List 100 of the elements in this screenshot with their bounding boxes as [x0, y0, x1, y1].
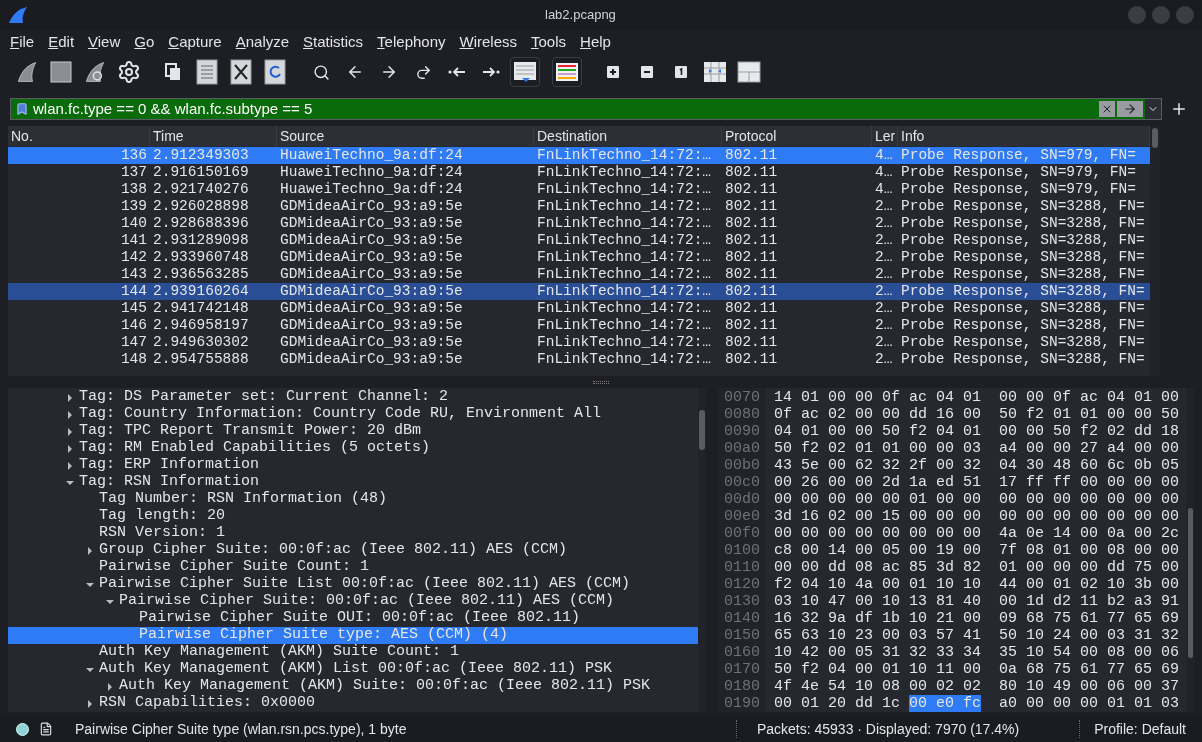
packet-row[interactable]: 142 2.933960748 GDMideaAirCo_93:a9:5e FnLinkTechno_14:72:… 802.11 2… Probe Response, SN=3288, FN= — [8, 249, 1150, 266]
packet-row[interactable]: 138 2.921740276 HuaweiTechno_9a:df:24 FnLinkTechno_14:72:… 802.11 4… Probe Response, SN=979, FN= — [8, 181, 1150, 198]
packet-row[interactable]: 146 2.946958197 GDMideaAirCo_93:a9:5e FnLinkTechno_14:72:… 802.11 2… Probe Response, SN=3288, FN= — [8, 317, 1150, 334]
tree-item-label: Tag: Country Information: Country Code RU, Environment All — [79, 404, 602, 423]
collapsed-arrow-icon[interactable] — [86, 546, 94, 555]
menu-item[interactable]: Telephony — [377, 33, 446, 49]
table-cell-text: 2.921740276 — [152, 181, 250, 198]
packet-row[interactable]: 143 2.936563285 GDMideaAirCo_93:a9:5e FnLinkTechno_14:72:… 802.11 2… Probe Response, SN=3288, FN= — [8, 266, 1150, 283]
hex-bytes: 17 ff ff 00 00 00 00 — [999, 474, 1180, 491]
expanded-arrow-icon[interactable] — [86, 665, 94, 674]
packet-count: Packets: 45933 · Displayed: 7970 (17.4%) — [756, 719, 1020, 739]
tree-item-label: Tag: ERP Information — [79, 455, 260, 474]
hex-offset: 0130 — [724, 593, 760, 610]
scrollbar[interactable] — [698, 388, 706, 712]
tree-row[interactable]: Tag length: 20 — [8, 508, 698, 525]
clear-filter-button[interactable] — [1099, 101, 1115, 117]
splitter-handle[interactable] — [593, 380, 609, 384]
tree-row[interactable]: Tag: Country Information: Country Code RU, Environment All — [8, 406, 698, 423]
note-icon[interactable] — [39, 722, 53, 736]
table-cell-text: 147 — [119, 334, 148, 351]
expanded-arrow-icon[interactable] — [66, 478, 74, 487]
hex-bytes: 50 f2 02 01 01 00 00 03 — [774, 440, 982, 457]
packet-row[interactable]: 147 2.949630302 GDMideaAirCo_93:a9:5e FnLinkTechno_14:72:… 802.11 2… Probe Response, SN=3288, FN= — [8, 334, 1150, 351]
menu-item[interactable]: Statistics — [303, 33, 364, 49]
expanded-arrow-icon[interactable] — [86, 580, 94, 589]
table-cell-text: FnLinkTechno_14:72:… — [536, 232, 713, 249]
hex-offset: 0070 — [724, 389, 760, 406]
tree-row[interactable]: Auth Key Management (AKM) Suite: 00:0f:ac (Ieee 802.11) PSK — [8, 678, 698, 695]
menu-item[interactable]: Go — [134, 33, 155, 49]
column-header[interactable]: Protocol — [722, 126, 872, 146]
arrow-right-icon — [380, 63, 398, 81]
minus-square-icon — [641, 66, 653, 78]
menu-item[interactable]: Wireless — [459, 33, 518, 49]
table-cell-text: 2.931289098 — [152, 232, 250, 249]
menu-item[interactable]: Edit — [48, 33, 75, 49]
table-cell-text: FnLinkTechno_14:72:… — [536, 181, 713, 198]
tree-row[interactable]: Tag: RM Enabled Capabilities (5 octets) — [8, 440, 698, 457]
menu-item[interactable]: Help — [580, 33, 611, 49]
hex-offset: 0170 — [724, 661, 760, 678]
menu-item[interactable]: View — [88, 33, 121, 49]
tree-row[interactable]: Tag: TPC Report Transmit Power: 20 dBm — [8, 423, 698, 440]
column-header[interactable]: No. — [8, 126, 150, 146]
tree-row[interactable]: Pairwise Cipher Suite List 00:0f:ac (Ieee 802.11) AES (CCM) — [8, 576, 698, 593]
tree-row[interactable]: Tag: RSN Information — [8, 474, 698, 491]
table-cell-text: Probe Response, SN=3288, FN= — [900, 215, 1146, 232]
table-cell-text: 4… — [874, 147, 894, 164]
table-cell-text: 2.949630302 — [152, 334, 250, 351]
tree-row[interactable]: RSN Version: 1 — [8, 525, 698, 542]
table-cell-text: GDMideaAirCo_93:a9:5e — [279, 215, 464, 232]
column-header[interactable]: Source — [277, 126, 534, 146]
table-cell-text: 2… — [874, 351, 894, 368]
table-cell-text: 148 — [119, 351, 148, 368]
packet-row[interactable]: 145 2.941742148 GDMideaAirCo_93:a9:5e FnLinkTechno_14:72:… 802.11 2… Probe Response, SN=3288, FN= — [8, 300, 1150, 317]
colorize-button[interactable] — [552, 57, 582, 87]
expanded-arrow-icon[interactable] — [106, 597, 114, 606]
hex-bytes: 00 00 00 00 00 01 00 00 — [774, 491, 982, 508]
tree-item-label: RSN Capabilities: 0x0000 — [99, 693, 316, 712]
packet-row[interactable]: 139 2.926028898 GDMideaAirCo_93:a9:5e FnLinkTechno_14:72:… 802.11 2… Probe Response, SN=3288, FN= — [8, 198, 1150, 215]
autoscroll-button[interactable] — [510, 57, 540, 87]
tree-row[interactable]: Pairwise Cipher Suite: 00:0f:ac (Ieee 802.11) AES (CCM) — [8, 593, 698, 610]
column-header[interactable]: Time — [150, 126, 277, 146]
hex-offset: 0190 — [724, 695, 760, 712]
column-header[interactable]: Ler — [872, 126, 898, 146]
scrollbar[interactable] — [1186, 388, 1194, 712]
apply-filter-button[interactable] — [1117, 101, 1143, 117]
tree-row[interactable]: Pairwise Cipher Suite Count: 1 — [8, 559, 698, 576]
menu-item[interactable]: Tools — [531, 33, 567, 49]
hex-bytes: 00 26 00 00 2d 1a ed 51 — [774, 474, 982, 491]
tree-row[interactable]: Tag: DS Parameter set: Current Channel: 2 — [8, 389, 698, 406]
filter-history-button[interactable] — [1145, 99, 1161, 119]
collapsed-arrow-icon[interactable] — [106, 682, 114, 691]
menu-item[interactable]: File — [10, 33, 35, 49]
tree-row[interactable]: Group Cipher Suite: 00:0f:ac (Ieee 802.11) AES (CCM) — [8, 542, 698, 559]
collapsed-arrow-icon[interactable] — [86, 699, 94, 708]
packet-row[interactable]: 137 2.916150169 HuaweiTechno_9a:df:24 FnLinkTechno_14:72:… 802.11 4… Probe Response, SN=979, FN= — [8, 164, 1150, 181]
column-header[interactable]: Destination — [534, 126, 722, 146]
tree-row[interactable]: Pairwise Cipher Suite OUI: 00:0f:ac (Ieee 802.11) — [8, 610, 698, 627]
packet-row[interactable]: 148 2.954755888 GDMideaAirCo_93:a9:5e FnLinkTechno_14:72:… 802.11 2… Probe Response, SN=3288, FN= — [8, 351, 1150, 368]
tree-row[interactable]: Auth Key Management (AKM) Suite Count: 1 — [8, 644, 698, 661]
table-cell-text: 144 — [119, 283, 148, 300]
tree-row[interactable]: Tag Number: RSN Information (48) — [8, 491, 698, 508]
scrollbar[interactable] — [1150, 126, 1160, 376]
bookmark-icon — [15, 102, 29, 116]
tree-item-label: Tag: RM Enabled Capabilities (5 octets) — [79, 438, 431, 457]
expert-status-icon[interactable] — [16, 722, 29, 736]
table-cell-text: 2… — [874, 334, 894, 351]
table-cell-text: 2.946958197 — [152, 317, 250, 334]
packet-row[interactable]: 141 2.931289098 GDMideaAirCo_93:a9:5e FnLinkTechno_14:72:… 802.11 2… Probe Response, SN=3288, FN= — [8, 232, 1150, 249]
packet-row[interactable]: 144 2.939160264 GDMideaAirCo_93:a9:5e FnLinkTechno_14:72:… 802.11 2… Probe Response, SN=3288, FN= — [8, 283, 1150, 300]
tree-row[interactable]: Tag: ERP Information — [8, 457, 698, 474]
table-cell-text: FnLinkTechno_14:72:… — [536, 317, 713, 334]
profile-label[interactable]: Profile: Default — [1094, 718, 1186, 740]
add-filter-icon[interactable] — [1170, 100, 1188, 118]
menu-item[interactable]: Capture — [168, 33, 222, 49]
tree-row[interactable]: RSN Capabilities: 0x0000 — [8, 695, 698, 712]
tree-row[interactable]: Auth Key Management (AKM) List 00:0f:ac (Ieee 802.11) PSK — [8, 661, 698, 678]
menu-item[interactable]: Analyze — [235, 33, 290, 49]
close-file-icon — [230, 59, 252, 85]
packet-row[interactable]: 140 2.928688396 GDMideaAirCo_93:a9:5e FnLinkTechno_14:72:… 802.11 2… Probe Response, SN=3288, FN= — [8, 215, 1150, 232]
hex-bytes: 7f 08 01 00 08 00 00 — [999, 542, 1180, 559]
